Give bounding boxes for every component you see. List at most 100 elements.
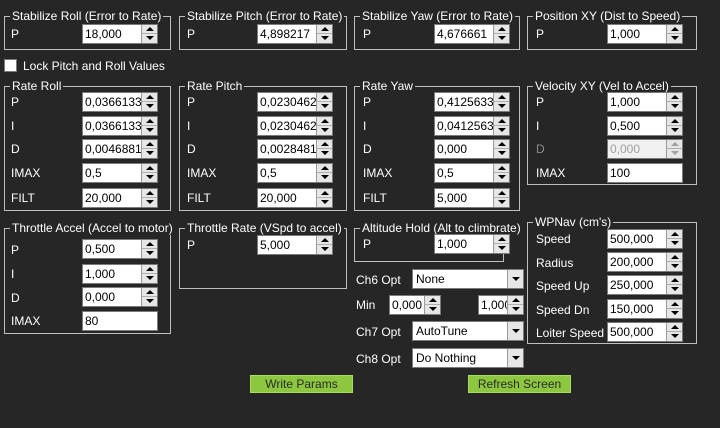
rate-yaw-imax-input[interactable] — [435, 164, 493, 182]
spin-down-icon[interactable] — [316, 126, 332, 135]
throttle-accel-i-input[interactable] — [83, 265, 141, 283]
spin-down-icon[interactable] — [493, 126, 509, 135]
spin-down-icon[interactable] — [141, 297, 157, 306]
ch8-opt-select[interactable]: Do Nothing — [412, 348, 524, 368]
throttle-accel-d-stepper[interactable] — [82, 287, 158, 307]
position-xy-p-input[interactable] — [608, 25, 666, 43]
spin-up-icon[interactable] — [493, 235, 509, 244]
spin-up-icon[interactable] — [666, 276, 682, 285]
lock-pitch-roll-checkbox[interactable] — [4, 59, 17, 72]
spin-down-icon[interactable] — [141, 126, 157, 135]
spin-down-icon[interactable] — [507, 305, 523, 314]
spin-down-icon[interactable] — [666, 34, 682, 43]
wpnav-loiter-speed-stepper[interactable] — [607, 322, 683, 342]
rate-roll-filt-input[interactable] — [83, 189, 141, 207]
velocity-xy-imax-input[interactable] — [608, 164, 682, 182]
spin-up-icon[interactable] — [141, 164, 157, 173]
wpnav-radius-stepper[interactable] — [607, 252, 683, 272]
spin-up-icon[interactable] — [316, 140, 332, 149]
ch6-opt-select[interactable]: None — [412, 269, 524, 289]
spin-up-icon[interactable] — [316, 164, 332, 173]
spin-down-icon[interactable] — [141, 173, 157, 182]
spin-down-icon[interactable] — [141, 198, 157, 207]
spin-up-icon[interactable] — [666, 93, 682, 102]
rate-pitch-p-stepper[interactable] — [257, 92, 333, 112]
rate-yaw-i-input[interactable] — [435, 117, 493, 135]
rate-roll-filt-stepper[interactable] — [82, 188, 158, 208]
stabilize-pitch-p-stepper[interactable] — [257, 24, 333, 44]
altitude-hold-p-input[interactable] — [435, 235, 493, 253]
spin-up-icon[interactable] — [666, 323, 682, 332]
wpnav-speed-up-stepper[interactable] — [607, 275, 683, 295]
rate-pitch-i-input[interactable] — [258, 117, 316, 135]
ch6-min-input[interactable] — [390, 296, 426, 314]
spin-down-icon[interactable] — [316, 198, 332, 207]
stabilize-roll-p-stepper[interactable] — [82, 24, 158, 44]
wpnav-loiter-speed-input[interactable] — [608, 323, 666, 341]
rate-yaw-p-stepper[interactable] — [434, 92, 510, 112]
ch7-opt-select[interactable]: AutoTune — [412, 321, 524, 341]
stabilize-pitch-p-input[interactable] — [258, 25, 316, 43]
throttle-rate-p-stepper[interactable] — [257, 235, 333, 255]
rate-pitch-p-input[interactable] — [258, 93, 316, 111]
rate-yaw-i-stepper[interactable] — [434, 116, 510, 136]
spin-down-icon[interactable] — [316, 149, 332, 158]
spin-down-icon[interactable] — [666, 285, 682, 294]
spin-down-icon[interactable] — [666, 102, 682, 111]
spin-down-icon[interactable] — [493, 173, 509, 182]
rate-yaw-filt-stepper[interactable] — [434, 188, 510, 208]
spin-down-icon[interactable] — [666, 332, 682, 341]
spin-up-icon[interactable] — [316, 236, 332, 245]
rate-roll-p-stepper[interactable] — [82, 92, 158, 112]
spin-down-icon[interactable] — [141, 149, 157, 158]
throttle-accel-p-input[interactable] — [83, 240, 141, 258]
spin-up-icon[interactable] — [493, 93, 509, 102]
position-xy-p-stepper[interactable] — [607, 24, 683, 44]
spin-down-icon[interactable] — [493, 198, 509, 207]
chevron-down-icon[interactable] — [507, 322, 523, 340]
rate-yaw-p-input[interactable] — [435, 93, 493, 111]
wpnav-speed-dn-input[interactable] — [608, 300, 666, 318]
rate-pitch-filt-stepper[interactable] — [257, 188, 333, 208]
spin-down-icon[interactable] — [666, 239, 682, 248]
spin-up-icon[interactable] — [141, 288, 157, 297]
spin-up-icon[interactable] — [316, 25, 332, 34]
wpnav-speed-input[interactable] — [608, 230, 666, 248]
spin-up-icon[interactable] — [141, 189, 157, 198]
rate-yaw-imax-stepper[interactable] — [434, 163, 510, 183]
velocity-xy-imax-input-box[interactable] — [607, 163, 683, 183]
chevron-down-icon[interactable] — [507, 349, 523, 367]
rate-pitch-d-stepper[interactable] — [257, 139, 333, 159]
spin-up-icon[interactable] — [666, 253, 682, 262]
velocity-xy-i-stepper[interactable] — [607, 116, 683, 136]
rate-yaw-d-input[interactable] — [435, 140, 493, 158]
lock-pitch-roll-label[interactable]: Lock Pitch and Roll Values — [23, 59, 165, 73]
spin-up-icon[interactable] — [493, 117, 509, 126]
spin-up-icon[interactable] — [666, 25, 682, 34]
velocity-xy-p-stepper[interactable] — [607, 92, 683, 112]
ch6-max-input[interactable] — [479, 296, 509, 314]
rate-roll-i-input[interactable] — [83, 117, 141, 135]
spin-down-icon[interactable] — [141, 34, 157, 43]
rate-roll-d-stepper[interactable] — [82, 139, 158, 159]
ch6-max-stepper[interactable] — [478, 295, 524, 315]
spin-down-icon[interactable] — [316, 173, 332, 182]
spin-up-icon[interactable] — [141, 93, 157, 102]
spin-up-icon[interactable] — [666, 230, 682, 239]
spin-up-icon[interactable] — [141, 117, 157, 126]
spin-up-icon[interactable] — [507, 296, 523, 305]
spin-down-icon[interactable] — [316, 102, 332, 111]
stabilize-roll-p-input[interactable] — [83, 25, 141, 43]
throttle-accel-imax-input[interactable] — [83, 312, 157, 330]
spin-up-icon[interactable] — [493, 164, 509, 173]
wpnav-speed-stepper[interactable] — [607, 229, 683, 249]
spin-up-icon[interactable] — [493, 25, 509, 34]
spin-down-icon[interactable] — [316, 34, 332, 43]
spin-down-icon[interactable] — [141, 102, 157, 111]
refresh-screen-button[interactable]: Refresh Screen — [468, 375, 571, 393]
rate-pitch-filt-input[interactable] — [258, 189, 316, 207]
altitude-hold-p-stepper[interactable] — [434, 234, 510, 254]
throttle-accel-i-stepper[interactable] — [82, 264, 158, 284]
spin-down-icon[interactable] — [424, 305, 440, 314]
spin-up-icon[interactable] — [141, 25, 157, 34]
